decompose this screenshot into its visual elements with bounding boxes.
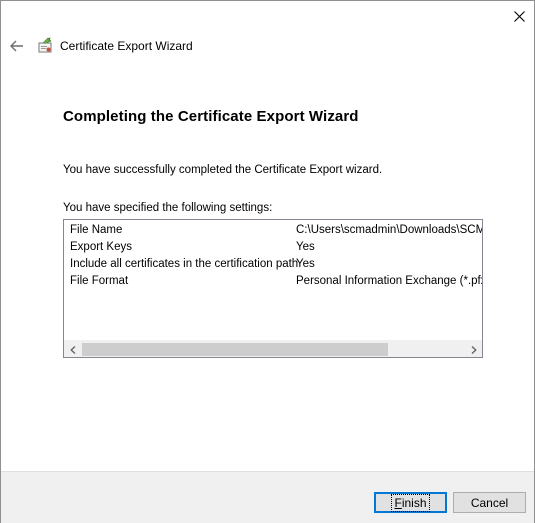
settings-rows: File Name C:\Users\scmadmin\Downloads\SC… [64, 223, 482, 291]
list-item[interactable]: File Format Personal Information Exchang… [64, 274, 482, 291]
setting-name: Export Keys [70, 241, 132, 253]
close-button[interactable] [503, 2, 535, 30]
back-arrow-icon [10, 40, 23, 52]
list-item[interactable]: File Name C:\Users\scmadmin\Downloads\SC… [64, 223, 482, 240]
chevron-right-icon [471, 345, 477, 354]
scrollbar-thumb[interactable] [82, 343, 388, 356]
page-heading: Completing the Certificate Export Wizard [63, 108, 359, 125]
setting-name: File Name [70, 224, 123, 236]
cancel-button[interactable]: Cancel [453, 492, 526, 513]
setting-value: Yes [296, 258, 315, 270]
setting-name: Include all certificates in the certific… [70, 258, 299, 270]
finish-accelerator: F [394, 495, 402, 510]
horizontal-scrollbar[interactable] [64, 340, 482, 357]
button-bar: Finish Cancel [1, 471, 534, 523]
certificate-export-wizard-dialog: Certificate Export Wizard Completing the… [0, 0, 535, 523]
setting-name: File Format [70, 275, 129, 287]
list-item[interactable]: Export Keys Yes [64, 240, 482, 257]
scroll-left-button[interactable] [64, 341, 81, 357]
finish-button-label: Finish [391, 493, 430, 512]
finish-button[interactable]: Finish [374, 492, 447, 513]
chevron-left-icon [69, 345, 75, 354]
cancel-button-label: Cancel [470, 495, 509, 510]
settings-list[interactable]: File Name C:\Users\scmadmin\Downloads\SC… [63, 219, 483, 358]
list-item[interactable]: Include all certificates in the certific… [64, 257, 482, 274]
wizard-title: Certificate Export Wizard [60, 39, 193, 53]
back-button[interactable] [7, 36, 27, 56]
wizard-header: Certificate Export Wizard [1, 33, 534, 59]
completion-message: You have successfully completed the Cert… [63, 164, 383, 176]
close-icon [513, 10, 525, 22]
setting-value: Yes [296, 241, 315, 253]
certificate-icon [38, 37, 52, 53]
setting-value: Personal Information Exchange (*.pfx) [296, 275, 482, 287]
finish-label-rest: inish [401, 495, 427, 510]
scroll-right-button[interactable] [465, 341, 482, 357]
setting-value: C:\Users\scmadmin\Downloads\SCM.C [296, 224, 482, 236]
settings-label: You have specified the following setting… [63, 202, 273, 214]
